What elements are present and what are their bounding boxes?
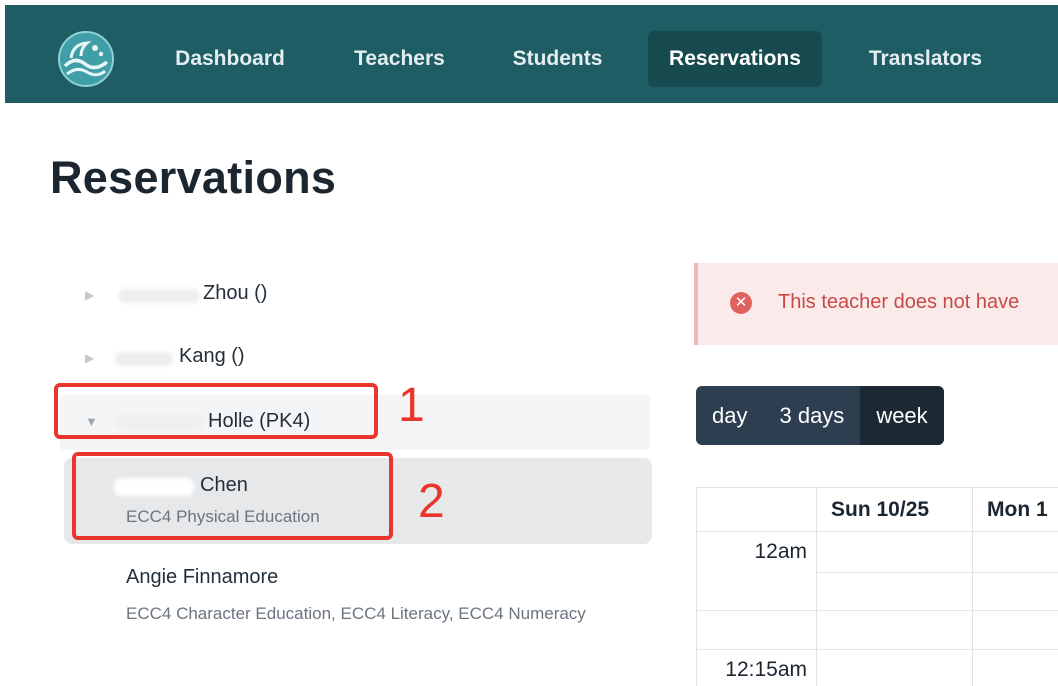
tree-row-kang[interactable]: ▶ Kang () bbox=[60, 333, 650, 385]
grid-line bbox=[697, 531, 1058, 532]
time-slot-label: 12:15am bbox=[725, 658, 807, 681]
tree-row-zhou[interactable]: ▶ Zhou () bbox=[60, 270, 650, 322]
annotation-box-1 bbox=[54, 383, 378, 439]
redacted-name bbox=[118, 289, 200, 303]
caret-right-icon[interactable]: ▶ bbox=[85, 288, 94, 302]
view-day-button[interactable]: day bbox=[696, 386, 763, 445]
view-week-button[interactable]: week bbox=[860, 386, 944, 445]
annotation-number-1: 1 bbox=[398, 379, 425, 432]
nav-students[interactable]: Students bbox=[495, 31, 620, 87]
day-column-header[interactable]: Mon 1 bbox=[987, 498, 1048, 522]
view-3days-button[interactable]: 3 days bbox=[763, 386, 860, 445]
redacted-name bbox=[115, 352, 173, 366]
nav-teachers[interactable]: Teachers bbox=[337, 31, 462, 87]
error-circle-icon: ✕ bbox=[730, 292, 752, 314]
tree-row-label: Kang () bbox=[179, 345, 245, 367]
annotation-box-2 bbox=[72, 452, 393, 540]
tree-row-label: Zhou () bbox=[203, 282, 268, 304]
page-title: Reservations bbox=[50, 152, 337, 203]
grid-line bbox=[816, 572, 1058, 573]
error-alert: ✕ This teacher does not have bbox=[694, 263, 1058, 345]
top-navigation-bar: Dashboard Teachers Students Reservations… bbox=[5, 5, 1058, 103]
nav-dashboard[interactable]: Dashboard bbox=[155, 31, 305, 87]
day-column-header[interactable]: Sun 10/25 bbox=[831, 498, 929, 522]
nav-reservations[interactable]: Reservations bbox=[648, 31, 822, 87]
time-slot-label: 12am bbox=[754, 540, 807, 563]
teacher-name[interactable]: Angie Finnamore bbox=[126, 566, 278, 589]
wave-logo-icon[interactable] bbox=[55, 30, 117, 88]
teacher-subjects: ECC4 Character Education, ECC4 Literacy,… bbox=[126, 604, 586, 623]
nav-translators[interactable]: Translators bbox=[853, 31, 998, 87]
grid-line bbox=[972, 488, 973, 686]
grid-line bbox=[816, 488, 817, 686]
calendar-grid: Sun 10/25 Mon 1 12am 12:15am bbox=[696, 487, 1058, 686]
calendar-view-switch: day 3 days week bbox=[696, 386, 944, 445]
alert-message: This teacher does not have bbox=[778, 291, 1020, 313]
caret-right-icon[interactable]: ▶ bbox=[85, 351, 94, 365]
annotation-number-2: 2 bbox=[418, 475, 445, 528]
grid-line bbox=[697, 610, 1058, 611]
grid-line bbox=[697, 649, 1058, 650]
